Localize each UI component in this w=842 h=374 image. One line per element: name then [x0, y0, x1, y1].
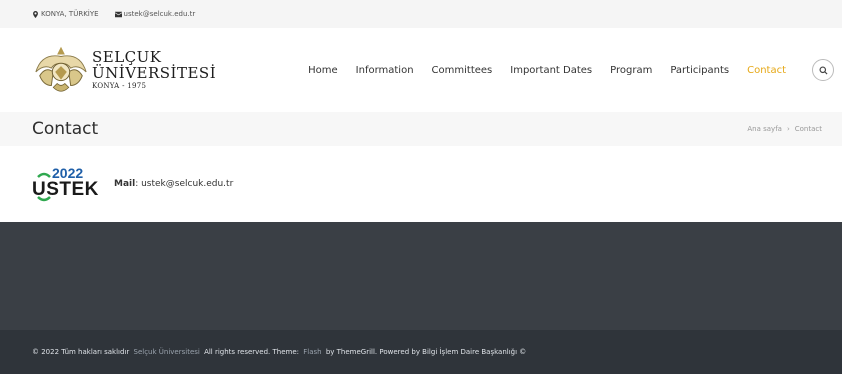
- breadcrumb-home[interactable]: Ana sayfa: [747, 125, 782, 133]
- page-title-bar: Contact Ana sayfa › Contact: [0, 112, 842, 146]
- footer-bottom-bar: © 2022 Tüm hakları saklıdır Selçuk Ünive…: [0, 330, 842, 374]
- nav-home[interactable]: Home: [308, 65, 338, 76]
- nav-important-dates[interactable]: Important Dates: [510, 65, 592, 76]
- envelope-icon: [114, 11, 122, 17]
- nav-information[interactable]: Information: [356, 65, 414, 76]
- university-logo[interactable]: SELÇUK ÜNİVERSİTESİ KONYA - 1975: [32, 42, 216, 98]
- ustek-name: USTEK: [32, 179, 99, 200]
- rights-text: All rights reserved. Theme:: [204, 348, 300, 356]
- location-info: KONYA, TÜRKİYE: [32, 10, 99, 18]
- map-pin-icon: [33, 10, 38, 18]
- top-bar: KONYA, TÜRKİYE ustek@selcuk.edu.tr: [0, 0, 842, 28]
- breadcrumb-current: Contact: [794, 125, 822, 133]
- logo-line2: ÜNİVERSİTESİ: [92, 64, 217, 82]
- site-header: SELÇUK ÜNİVERSİTESİ KONYA - 1975 Home In…: [0, 28, 842, 112]
- contact-mail: Mail: ustek@selcuk.edu.tr: [114, 179, 233, 189]
- contact-content: 2022 USTEK Mail: ustek@selcuk.edu.tr: [0, 146, 842, 222]
- breadcrumb-separator: ›: [786, 125, 790, 133]
- nav-contact[interactable]: Contact: [747, 65, 786, 76]
- main-nav: Home Information Committees Important Da…: [308, 59, 834, 81]
- search-icon: [818, 65, 828, 75]
- mail-value[interactable]: : ustek@selcuk.edu.tr: [135, 179, 233, 189]
- email-info[interactable]: ustek@selcuk.edu.tr: [114, 10, 196, 18]
- nav-program[interactable]: Program: [610, 65, 652, 76]
- footer-widgets: [0, 222, 842, 330]
- location-text: KONYA, TÜRKİYE: [41, 10, 99, 18]
- mail-label: Mail: [114, 179, 136, 189]
- theme-link[interactable]: Flash: [303, 348, 321, 356]
- email-text[interactable]: ustek@selcuk.edu.tr: [124, 10, 196, 18]
- copyright-prefix: © 2022 Tüm hakları saklıdır: [32, 348, 130, 356]
- nav-participants[interactable]: Participants: [670, 65, 729, 76]
- logo-line3: KONYA - 1975: [92, 82, 147, 90]
- breadcrumb: Ana sayfa › Contact: [747, 125, 822, 133]
- seal-emblem-icon: [35, 46, 87, 92]
- page-title: Contact: [32, 119, 99, 139]
- nav-committees[interactable]: Committees: [432, 65, 493, 76]
- logo-line1: SELÇUK: [92, 48, 162, 66]
- university-link[interactable]: Selçuk Üniversitesi: [134, 348, 200, 356]
- ustek-logo: 2022 USTEK: [32, 165, 99, 202]
- search-button[interactable]: [812, 59, 834, 81]
- powered-by-text: by ThemeGrill. Powered by Bilgi İşlem Da…: [325, 348, 527, 356]
